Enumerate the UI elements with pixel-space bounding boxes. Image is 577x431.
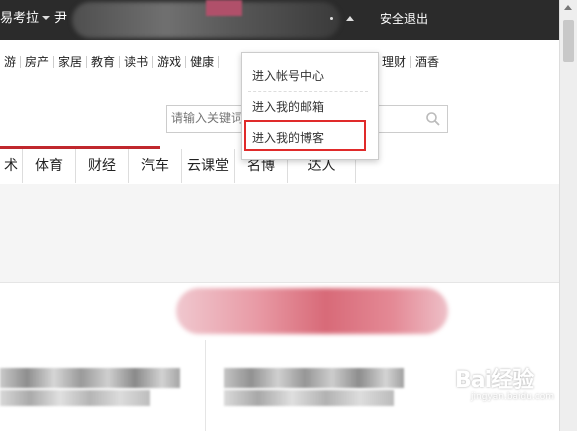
category-nav: 游房产 家居 教育 读书 游戏 健康: [0, 55, 220, 71]
menu-item-my-mailbox[interactable]: 进入我的邮箱: [252, 98, 324, 115]
redacted-area: [206, 0, 242, 16]
tab-item[interactable]: 财经: [76, 149, 129, 183]
nav-item[interactable]: 游: [0, 56, 22, 68]
tab-item[interactable]: 汽车: [129, 149, 182, 183]
tab-item[interactable]: 术: [0, 149, 23, 183]
chevron-up-icon[interactable]: [346, 16, 354, 21]
nav-item[interactable]: 健康: [186, 56, 220, 68]
chevron-down-icon: [42, 15, 51, 20]
username-suffix: 尹: [54, 11, 68, 26]
nav-item[interactable]: 家居: [54, 56, 88, 68]
nav-item[interactable]: 教育: [87, 56, 121, 68]
logout-link[interactable]: 安全退出: [380, 0, 428, 40]
search-icon[interactable]: [425, 111, 441, 127]
username: 易考拉: [0, 11, 40, 26]
tab-item[interactable]: 体育: [23, 149, 76, 183]
user-menu[interactable]: 易考拉尹: [0, 0, 67, 40]
scrollbar-thumb[interactable]: [563, 20, 574, 62]
tab-item[interactable]: 云课堂: [182, 149, 235, 183]
nav-item[interactable]: 游戏: [153, 56, 187, 68]
redacted-banner: [176, 288, 448, 334]
watermark-url: jingyan.baidu.com: [471, 392, 555, 402]
nav-item[interactable]: 酒香: [411, 56, 443, 68]
nav-item[interactable]: 理财: [378, 56, 412, 68]
card-divider: [205, 340, 206, 431]
divider: [248, 91, 368, 92]
nav-item[interactable]: 读书: [120, 56, 154, 68]
scrollbar[interactable]: [559, 0, 577, 431]
top-navbar: 易考拉尹 安全退出: [0, 0, 577, 40]
watermark-brand: Bai经验: [455, 368, 534, 393]
menu-item-account-center[interactable]: 进入帐号中心: [252, 67, 324, 84]
nav-item[interactable]: 房产: [21, 56, 55, 68]
category-nav-right: 理财 酒香: [378, 55, 443, 69]
content-placeholder: [0, 184, 560, 283]
highlight-box: [244, 120, 366, 151]
dot-icon: [330, 17, 333, 20]
scroll-up-arrow-icon[interactable]: [564, 5, 572, 10]
